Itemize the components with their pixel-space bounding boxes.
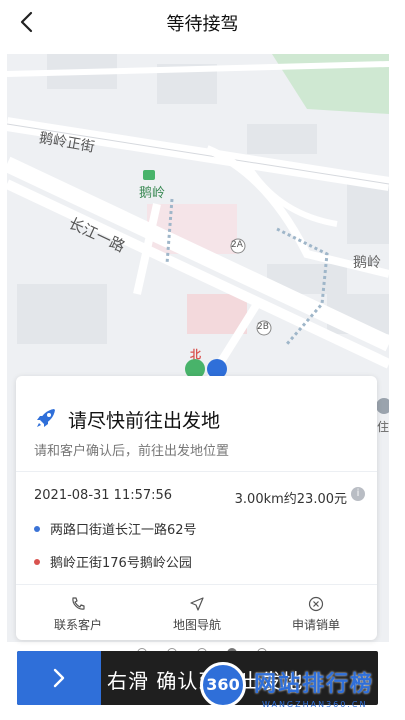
origin-dot bbox=[34, 526, 40, 532]
order-time: 2021-08-31 11:57:56 bbox=[34, 488, 173, 503]
card-title: 请尽快前往出发地 bbox=[68, 410, 221, 432]
divider bbox=[16, 471, 377, 472]
watermark-text: 网站排行榜 bbox=[254, 672, 375, 697]
trip-card: 请尽快前往出发地 请和客户确认后，前往出发地位置 2021-08-31 11:5… bbox=[16, 376, 377, 640]
phone-icon bbox=[72, 597, 85, 610]
poi-side-label: 住 bbox=[377, 420, 389, 434]
divider bbox=[16, 584, 377, 585]
contact-customer-button[interactable]: 联系客户 bbox=[28, 592, 128, 633]
cancel-circle-icon bbox=[308, 596, 324, 612]
exit-label-2a: 2A bbox=[231, 240, 243, 250]
marker-label: 北 bbox=[190, 348, 201, 361]
watermark-logo: 360 网站排行榜 WANGZHAN360.CN bbox=[200, 660, 405, 716]
page-title: 等待接驾 bbox=[166, 14, 239, 35]
destination-dot bbox=[34, 559, 40, 565]
poi-label-eling-station: 鹅岭 bbox=[139, 186, 166, 201]
watermark-badge: 360 bbox=[200, 662, 246, 708]
action-bar: 联系客户 地图导航 申请销单 bbox=[16, 592, 377, 640]
cancel-order-button[interactable]: 申请销单 bbox=[266, 592, 366, 633]
map-navigation-button[interactable]: 地图导航 bbox=[147, 592, 247, 633]
slide-handle[interactable] bbox=[17, 651, 101, 705]
navigation-arrow-icon bbox=[190, 597, 204, 611]
map-navigation-label: 地图导航 bbox=[172, 618, 221, 632]
cancel-order-label: 申请销单 bbox=[291, 618, 340, 632]
destination-address: 鹅岭正街176号鹅岭公园 bbox=[50, 556, 192, 571]
rocket-icon bbox=[37, 409, 55, 427]
card-subtitle: 请和客户确认后，前往出发地位置 bbox=[34, 444, 230, 459]
chevron-right-icon bbox=[53, 668, 65, 688]
poi-label-eling-right: 鹅岭 bbox=[353, 255, 381, 271]
top-bar: 等待接驾 bbox=[0, 0, 405, 44]
watermark-url: WANGZHAN360.CN bbox=[262, 700, 368, 709]
exit-label-2b: 2B bbox=[257, 322, 269, 332]
trip-price: 3.00km约23.00元 bbox=[234, 492, 347, 507]
info-icon[interactable]: i bbox=[351, 487, 365, 501]
origin-address: 两路口街道长江一路62号 bbox=[50, 523, 197, 538]
contact-customer-label: 联系客户 bbox=[53, 618, 102, 632]
